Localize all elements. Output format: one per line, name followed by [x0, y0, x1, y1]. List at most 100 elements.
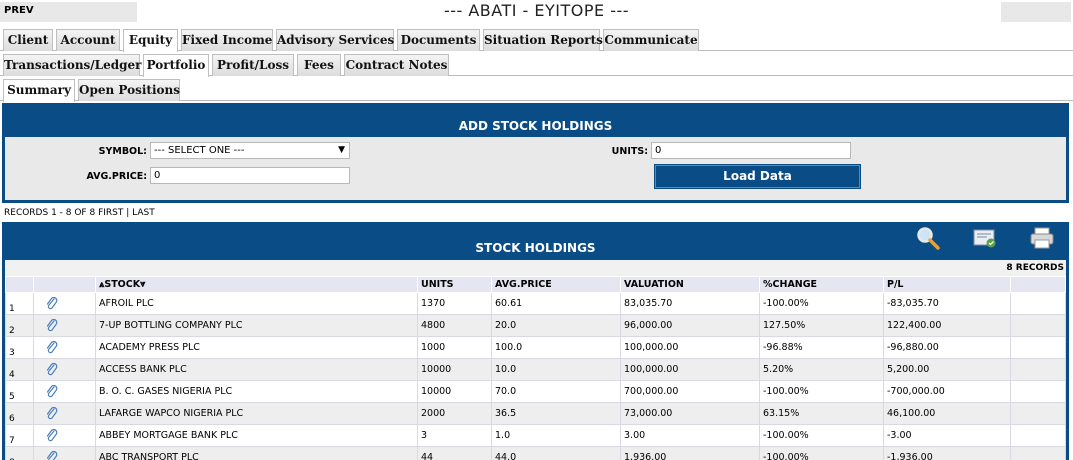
- next-box: [1001, 2, 1071, 22]
- cell-change: 127.50%: [759, 314, 884, 337]
- pager-separator: |: [126, 208, 130, 218]
- avg-price-label: AVG.PRICE:: [86, 171, 147, 182]
- cell-valuation: 3.00: [620, 424, 760, 447]
- add-stock-holdings-panel: ADD STOCK HOLDINGS SYMBOL: --- SELECT ON…: [2, 103, 1069, 203]
- table-row: 4 ACCESS BANK PLC 10000 10.0 100,000.00 5.20%…: [5, 358, 1066, 381]
- table-row: 1 AFROIL PLC 1370 60.61 83,035.70 -100.00% -83…: [5, 292, 1066, 315]
- cell-pl: -3.00: [883, 424, 1011, 447]
- paperclip-icon[interactable]: [45, 362, 59, 377]
- cell-valuation: 100,000.00: [620, 336, 760, 359]
- records-count: 8 RECORDS: [1006, 263, 1064, 273]
- row-attachment[interactable]: [33, 424, 96, 447]
- cell-stock: ABC TRANSPORT PLC: [95, 446, 418, 460]
- tab-documents[interactable]: Documents: [397, 29, 480, 51]
- tab-profit-loss[interactable]: Profit/Loss: [212, 54, 294, 76]
- load-data-button[interactable]: Load Data: [654, 164, 861, 189]
- cell-change: 5.20%: [759, 358, 884, 381]
- cell-change: -100.00%: [759, 380, 884, 403]
- cell-avg-price: 60.61: [491, 292, 621, 315]
- col-extra: [1010, 276, 1066, 293]
- cell-valuation: 96,000.00: [620, 314, 760, 337]
- cell-valuation: 83,035.70: [620, 292, 760, 315]
- export-icon[interactable]: [972, 226, 998, 250]
- row-attachment[interactable]: [33, 402, 96, 425]
- row-attachment[interactable]: [33, 292, 96, 315]
- row-index: 7: [5, 424, 34, 447]
- tab-account[interactable]: Account: [56, 29, 120, 51]
- cell-valuation: 73,000.00: [620, 402, 760, 425]
- cell-avg-price: 10.0: [491, 358, 621, 381]
- records-range: RECORDS 1 - 8 OF 8: [4, 208, 96, 218]
- cell-units: 2000: [417, 402, 492, 425]
- cell-extra: [1010, 446, 1066, 460]
- tab-contract-notes[interactable]: Contract Notes: [344, 54, 449, 76]
- top-bar: PREV --- ABATI - EYITOPE ---: [0, 0, 1073, 24]
- row-attachment[interactable]: [33, 314, 96, 337]
- tab-fixed-income[interactable]: Fixed Income: [181, 29, 273, 51]
- tab-client[interactable]: Client: [3, 29, 53, 51]
- tab-portfolio[interactable]: Portfolio: [143, 54, 209, 77]
- row-index: 1: [5, 292, 34, 315]
- cell-extra: [1010, 380, 1066, 403]
- cell-stock: B. O. C. GASES NIGERIA PLC: [95, 380, 418, 403]
- cell-valuation: 700,000.00: [620, 380, 760, 403]
- row-index: 5: [5, 380, 34, 403]
- tab-advisory-services[interactable]: Advisory Services: [276, 29, 394, 51]
- sub-tabs: Transactions/Ledger Portfolio Profit/Los…: [0, 52, 1073, 77]
- tab-situation-reports[interactable]: Situation Reports: [483, 29, 603, 51]
- col-stock[interactable]: ⩓STOCK⩔: [95, 276, 418, 293]
- table-row: 5 B. O. C. GASES NIGERIA PLC 10000 70.0 700,…: [5, 380, 1066, 403]
- row-attachment[interactable]: [33, 336, 96, 359]
- paperclip-icon[interactable]: [45, 340, 59, 355]
- row-attachment[interactable]: [33, 380, 96, 403]
- cell-valuation: 1,936.00: [620, 446, 760, 460]
- print-icon[interactable]: [1029, 226, 1055, 250]
- dropdown-arrow-icon: ▼: [338, 145, 345, 155]
- paperclip-icon[interactable]: [45, 296, 59, 311]
- search-icon[interactable]: [915, 226, 941, 250]
- cell-units: 4800: [417, 314, 492, 337]
- tab-open-positions[interactable]: Open Positions: [78, 79, 180, 101]
- cell-stock: 7-UP BOTTLING COMPANY PLC: [95, 314, 418, 337]
- last-link[interactable]: LAST: [132, 208, 155, 218]
- paperclip-icon[interactable]: [45, 384, 59, 399]
- tab-equity[interactable]: Equity: [123, 29, 178, 52]
- cell-avg-price: 1.0: [491, 424, 621, 447]
- paperclip-icon[interactable]: [45, 428, 59, 443]
- cell-pl: -700,000.00: [883, 380, 1011, 403]
- sort-down-icon[interactable]: ⩔: [140, 279, 145, 290]
- cell-extra: [1010, 336, 1066, 359]
- cell-units: 44: [417, 446, 492, 460]
- holdings-table: ⩓STOCK⩔ UNITS AVG.PRICE VALUATION %CHANG…: [5, 276, 1066, 460]
- add-panel-title: ADD STOCK HOLDINGS: [458, 119, 613, 133]
- paperclip-icon[interactable]: [45, 406, 59, 421]
- table-row: 2 7-UP BOTTLING COMPANY PLC 4800 20.0 96,000…: [5, 314, 1066, 337]
- cell-avg-price: 20.0: [491, 314, 621, 337]
- cell-extra: [1010, 424, 1066, 447]
- symbol-select[interactable]: --- SELECT ONE --- ▼: [150, 142, 350, 159]
- units-input[interactable]: 0: [651, 142, 851, 159]
- cell-avg-price: 70.0: [491, 380, 621, 403]
- table-row: 3 ACADEMY PRESS PLC 1000 100.0 100,000.00 -96…: [5, 336, 1066, 359]
- cell-units: 10000: [417, 358, 492, 381]
- page-title: --- ABATI - EYITOPE ---: [443, 1, 630, 20]
- cell-extra: [1010, 292, 1066, 315]
- cell-avg-price: 100.0: [491, 336, 621, 359]
- row-index: 2: [5, 314, 34, 337]
- paperclip-icon[interactable]: [45, 318, 59, 333]
- main-tabs: Client Account Equity Fixed Income Advis…: [0, 27, 1073, 52]
- cell-extra: [1010, 314, 1066, 337]
- tab-fees[interactable]: Fees: [297, 54, 341, 76]
- cell-extra: [1010, 402, 1066, 425]
- col-change: %CHANGE: [759, 276, 884, 293]
- cell-change: -100.00%: [759, 292, 884, 315]
- tab-summary[interactable]: Summary: [3, 79, 75, 102]
- tab-communicate[interactable]: Communicate: [603, 29, 699, 51]
- row-attachment[interactable]: [33, 358, 96, 381]
- row-attachment[interactable]: [33, 446, 96, 460]
- paperclip-icon[interactable]: [45, 450, 59, 460]
- first-link[interactable]: FIRST: [98, 208, 123, 218]
- tab-transactions-ledger[interactable]: Transactions/Ledger: [3, 54, 142, 76]
- avg-price-input[interactable]: 0: [150, 167, 350, 184]
- cell-units: 1000: [417, 336, 492, 359]
